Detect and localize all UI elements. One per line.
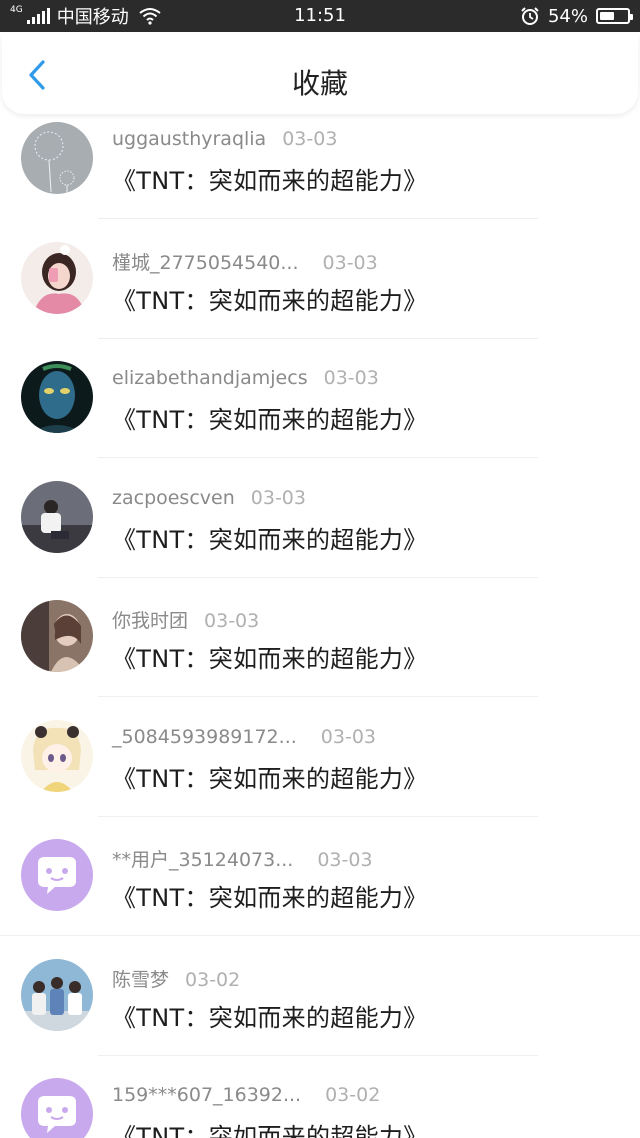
item-meta: 槿城_2775054540... 03-03: [112, 248, 378, 275]
divider: [98, 815, 538, 817]
item-date: 03-03: [204, 610, 260, 632]
list-item[interactable]: _5084593989172... 03-03 《TNT：突如而来的超能力》: [0, 716, 640, 836]
item-date: 03-03: [323, 367, 379, 389]
username: 槿城_2775054540...: [112, 251, 299, 274]
item-meta: zacpoescven 03-03: [112, 487, 306, 509]
username: uggausthyraqlia: [112, 128, 267, 150]
item-meta: _5084593989172... 03-03: [112, 726, 376, 748]
item-title: 《TNT：突如而来的超能力》: [112, 286, 428, 315]
list-item[interactable]: **用户_35124073... 03-03 《TNT：突如而来的超能力》: [0, 835, 640, 955]
item-date: 03-03: [322, 251, 378, 274]
list-item[interactable]: 陈雪梦 03-02 《TNT：突如而来的超能力》: [0, 955, 640, 1075]
avatar[interactable]: [21, 839, 93, 911]
item-meta: uggausthyraqlia 03-03: [112, 128, 337, 150]
list-item[interactable]: 槿城_2775054540... 03-03 《TNT：突如而来的超能力》: [0, 238, 640, 358]
item-title: 《TNT：突如而来的超能力》: [112, 1123, 428, 1138]
item-date: 03-03: [282, 128, 338, 150]
username: elizabethandjamjecs: [112, 367, 308, 389]
avatar[interactable]: [21, 719, 93, 792]
status-right: 54%: [520, 0, 633, 32]
item-date: 03-03: [317, 849, 373, 871]
item-date: 03-02: [185, 968, 241, 991]
item-date: 03-02: [325, 1084, 381, 1106]
list-item[interactable]: uggausthyraqlia 03-03 《TNT：突如而来的超能力》: [0, 118, 640, 238]
item-title: 《TNT：突如而来的超能力》: [112, 764, 428, 793]
item-title: 《TNT：突如而来的超能力》: [112, 167, 428, 195]
avatar[interactable]: [21, 600, 93, 672]
list-item[interactable]: 你我时团 03-03 《TNT：突如而来的超能力》: [0, 596, 640, 716]
battery-icon: [596, 8, 633, 24]
battery-percent: 54%: [547, 5, 588, 27]
item-date: 03-03: [250, 486, 306, 509]
divider: [98, 576, 538, 578]
item-title: 《TNT：突如而来的超能力》: [112, 884, 428, 912]
list-item[interactable]: 159***607_16392... 03-02 《TNT：突如而来的超能力》: [0, 1074, 640, 1138]
item-meta: 159***607_16392... 03-02: [112, 1084, 380, 1106]
alarm-icon: [521, 7, 539, 25]
item-date: 03-03: [320, 725, 376, 748]
divider: [98, 337, 538, 339]
username: 159***607_16392...: [112, 1084, 302, 1106]
avatar[interactable]: [21, 480, 93, 553]
item-title: 《TNT：突如而来的超能力》: [112, 525, 428, 554]
avatar[interactable]: [21, 122, 93, 194]
divider: [98, 218, 538, 219]
avatar[interactable]: [21, 241, 93, 314]
item-meta: elizabethandjamjecs 03-03: [112, 367, 379, 389]
item-meta: **用户_35124073... 03-03: [112, 845, 373, 872]
list-item[interactable]: elizabethandjamjecs 03-03 《TNT：突如而来的超能力》: [0, 357, 640, 477]
avatar[interactable]: [21, 361, 93, 433]
item-title: 《TNT：突如而来的超能力》: [112, 406, 428, 434]
status-bar: 4G 中国移动 11:51 54%: [0, 0, 640, 32]
divider: [98, 696, 538, 697]
item-meta: 你我时团 03-03: [112, 606, 259, 633]
item-title: 《TNT：突如而来的超能力》: [112, 1003, 428, 1032]
favorites-list: uggausthyraqlia 03-03 《TNT：突如而来的超能力》 槿城_277…: [0, 118, 640, 1138]
divider: [98, 457, 538, 458]
nav-header: 收藏: [2, 34, 638, 114]
divider: [98, 1054, 538, 1056]
username: _5084593989172...: [112, 725, 297, 748]
item-title: 《TNT：突如而来的超能力》: [112, 645, 428, 673]
username: 你我时团: [112, 610, 189, 632]
avatar[interactable]: [21, 958, 93, 1031]
battery-fill: [600, 12, 615, 20]
username: **用户_35124073...: [112, 849, 294, 871]
list-item[interactable]: zacpoescven 03-03 《TNT：突如而来的超能力》: [0, 477, 640, 597]
page-title: 收藏: [291, 67, 348, 100]
item-meta: 陈雪梦 03-02: [112, 965, 240, 992]
username: 陈雪梦: [112, 968, 170, 991]
username: zacpoescven: [112, 486, 235, 509]
avatar[interactable]: [21, 1078, 93, 1138]
divider: [0, 935, 640, 936]
